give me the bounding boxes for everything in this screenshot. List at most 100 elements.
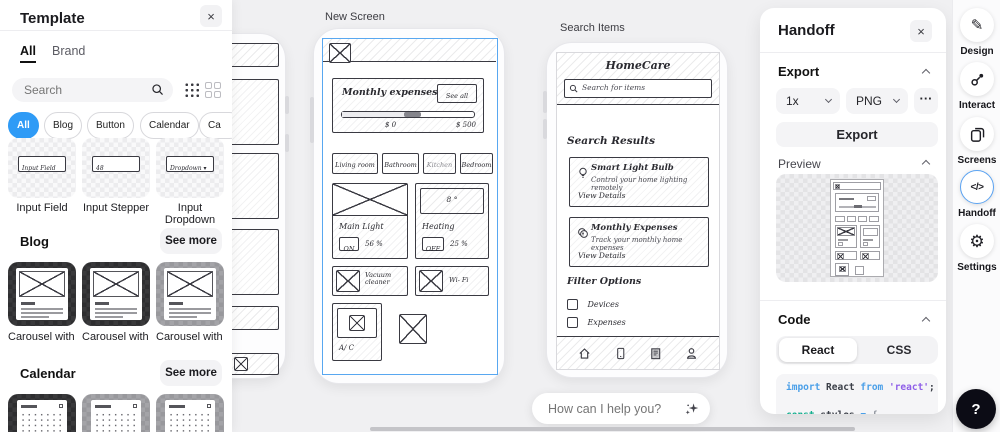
search-input[interactable] [24,78,144,102]
chevron-up-icon[interactable] [921,316,931,326]
template-item-calendar[interactable] [8,394,76,432]
template-item-label: Carousel with ... [8,331,76,343]
wf-sketch-text: 48 [96,165,104,172]
assistant-chat-input[interactable] [548,393,676,424]
phone-side-button [543,91,547,113]
section-title-blog: Blog [20,234,49,249]
wf-bottom-nav[interactable] [557,336,719,369]
wf-search-placeholder: Search for items [582,83,646,92]
template-item-input-stepper[interactable]: 48 [82,138,150,198]
wf-toggle-on[interactable]: ON [339,237,359,253]
wf-expenses-card[interactable]: Monthly expenses See all $ 0 $ 500 [332,78,484,133]
grid-dense-view-icon[interactable] [184,82,200,98]
see-more-blog-button[interactable]: See more [160,228,222,254]
filter-chip-calendar[interactable]: Calendar [140,112,199,139]
interact-tool-button[interactable] [960,62,994,96]
sparkle-icon[interactable] [684,401,699,416]
template-item-carousel[interactable] [8,262,76,326]
wf-view-details-link[interactable]: View Details [578,191,626,201]
see-more-calendar-button[interactable]: See more [160,360,222,386]
close-icon[interactable]: × [200,5,222,27]
chevron-up-icon[interactable] [921,159,931,169]
bulb-icon [579,167,587,178]
wf-chip-bedroom[interactable]: Bedroom [460,153,493,174]
wf-image-placeholder[interactable] [399,314,427,344]
settings-tool-button[interactable]: ⚙ [960,224,994,258]
export-scale-dropdown[interactable]: 1x [776,88,840,114]
handoff-tool-button[interactable]: </> [960,170,994,204]
wf-app-header[interactable]: HomeCare Search for items [557,53,719,105]
screen-search-items[interactable]: HomeCare Search for items Search Results… [556,52,720,370]
wf-chip-kitchen[interactable]: Kitchen [423,153,456,174]
chevron-up-icon[interactable] [921,68,931,78]
export-button[interactable]: Export [776,122,938,147]
template-item-carousel[interactable] [156,262,224,326]
app-window: New Screen Monthly expenses See all $ 0 … [0,0,1000,432]
export-more-button[interactable]: ··· [914,88,938,114]
wf-checkbox[interactable] [567,317,578,329]
template-item-input-field[interactable]: Input Field [8,138,76,198]
news-icon[interactable] [648,346,663,361]
wf-view-details-link[interactable]: View Details [578,251,626,261]
wf-main-light-card[interactable]: Main Light ON 56 % [332,183,408,259]
close-icon[interactable]: × [910,20,932,42]
wf-result-card[interactable]: Smart Light Bulb Control your home light… [569,157,709,207]
template-item-calendar[interactable] [82,394,150,432]
template-search[interactable] [12,78,173,102]
filter-chip-all[interactable]: All [8,112,39,139]
phone-side-button [285,134,289,152]
wf-result-card[interactable]: Monthly Expenses Track your monthly home… [569,217,709,267]
design-tool-button[interactable]: ✎ [960,8,994,42]
filter-chip-cut[interactable]: Ca [199,112,232,139]
wf-heating-card[interactable]: 8 ° Heating OFF 25 % [415,183,489,259]
wf-wifi-row[interactable]: Wi- Fi [415,266,489,296]
wf-toggle-label: OFF [425,245,441,253]
wf-filter-expenses[interactable]: Expenses [567,314,626,332]
export-format-dropdown[interactable]: PNG [846,88,908,114]
wf-input-sketch: Input Field [18,156,66,172]
filter-chip-blog[interactable]: Blog [44,112,83,139]
tab-brand[interactable]: Brand [52,44,85,58]
assistant-chat-bar[interactable] [532,393,710,424]
preview-box [776,174,938,282]
wf-ac-card[interactable]: A/ C [332,303,382,361]
screens-tool-button[interactable] [960,117,994,151]
wf-sketch-text: Dropdown ▾ [170,165,207,172]
wf-chip-label: Bathroom [384,161,417,169]
wf-vacuum-row[interactable]: Vacuum cleaner [332,266,408,296]
help-button[interactable]: ? [956,389,996,429]
tab-react[interactable]: React [779,338,857,362]
wf-filter-devices[interactable]: Devices [567,296,619,314]
screen-new-screen[interactable]: Monthly expenses See all $ 0 $ 500 Livin… [322,38,498,375]
template-item-input-dropdown[interactable]: Dropdown ▾ [156,138,224,198]
wf-chip-bathroom[interactable]: Bathroom [382,153,419,174]
wf-ac-label: A/ C [339,344,354,352]
wf-result-desc: Control your home lighting remotely [591,176,688,193]
wf-see-all-button[interactable]: See all [437,84,477,103]
grid-view-icon[interactable] [205,82,221,98]
horizontal-scrollbar[interactable] [370,427,855,431]
mobile-icon[interactable] [613,346,628,361]
wf-expenses-slider[interactable] [341,111,475,118]
tab-all[interactable]: All [20,44,36,63]
tab-css[interactable]: CSS [860,338,938,362]
wf-search-bar[interactable]: Search for items [564,79,712,98]
wf-toggle-off[interactable]: OFF [422,237,444,253]
code-block[interactable]: import React from 'react'; const styles … [776,374,938,414]
search-icon [152,84,163,95]
wf-result-desc: Track your monthly home expenses [591,236,683,253]
template-item-calendar[interactable] [156,394,224,432]
wf-chip-living-room[interactable]: Living room [332,153,378,174]
profile-icon[interactable] [684,346,699,361]
wf-inner-box [337,308,377,338]
screen-title-search-items[interactable]: Search Items [560,22,625,34]
wf-logo-image-placeholder[interactable] [329,43,351,63]
phone-search-items[interactable]: HomeCare Search for items Search Results… [543,42,728,378]
screen-title-new-screen[interactable]: New Screen [325,11,385,23]
phone-new-screen[interactable]: Monthly expenses See all $ 0 $ 500 Livin… [310,28,505,384]
wf-slider-handle[interactable] [404,111,422,117]
home-icon[interactable] [577,346,592,361]
template-item-carousel[interactable] [82,262,150,326]
wf-checkbox[interactable] [567,299,578,311]
filter-chip-button[interactable]: Button [87,112,134,139]
